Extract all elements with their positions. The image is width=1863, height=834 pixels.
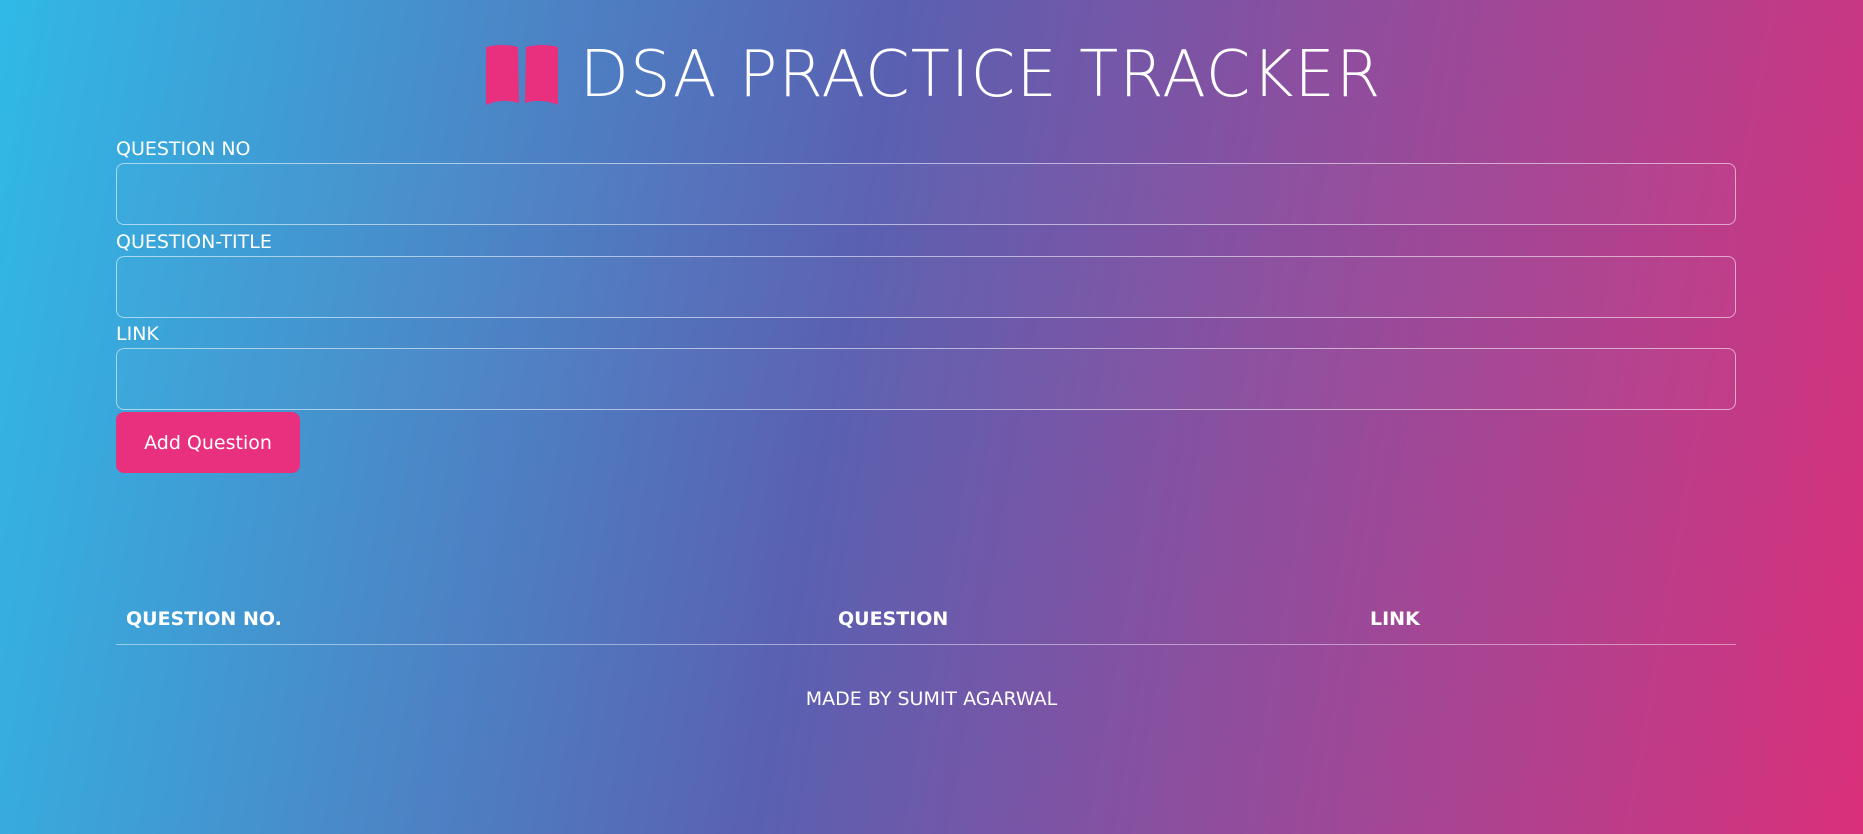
- question-no-input[interactable]: [116, 163, 1736, 225]
- page-title: DSA PRACTICE TRACKER: [579, 38, 1382, 112]
- page-header: DSA PRACTICE TRACKER: [0, 36, 1863, 114]
- question-title-label: QUESTION-TITLE: [116, 231, 272, 253]
- question-no-label: QUESTION NO: [116, 138, 251, 160]
- column-header-question-no: QUESTION NO.: [126, 608, 282, 630]
- column-header-question: QUESTION: [838, 608, 949, 630]
- link-input[interactable]: [116, 348, 1736, 410]
- questions-table: QUESTION NO. QUESTION LINK: [116, 600, 1736, 645]
- link-label: LINK: [116, 323, 159, 345]
- book-open-icon: [485, 45, 558, 105]
- add-question-button[interactable]: Add Question: [116, 412, 300, 473]
- question-title-input[interactable]: [116, 256, 1736, 318]
- footer-credit: MADE BY SUMIT AGARWAL: [805, 688, 1058, 710]
- column-header-link: LINK: [1370, 608, 1420, 630]
